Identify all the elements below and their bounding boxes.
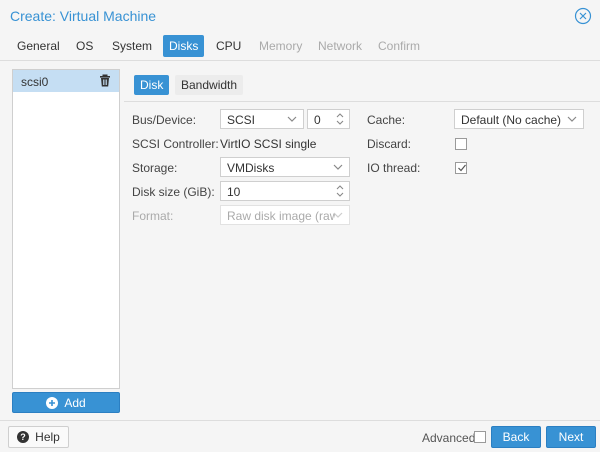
- tab-cpu[interactable]: CPU: [210, 35, 247, 57]
- scsi-controller-label: SCSI Controller:: [132, 137, 219, 151]
- spinner-arrows-icon[interactable]: [335, 112, 345, 126]
- disk-size-label: Disk size (GiB):: [132, 185, 215, 199]
- help-button[interactable]: ? Help: [8, 426, 69, 448]
- close-circle-icon[interactable]: [574, 7, 592, 25]
- checkmark-icon: [458, 164, 466, 172]
- disk-size-stepper[interactable]: 10: [220, 181, 350, 201]
- storage-select[interactable]: VMDisks: [220, 157, 350, 177]
- cache-label: Cache:: [367, 113, 406, 127]
- format-label: Format:: [132, 209, 174, 223]
- tab-os[interactable]: OS: [70, 35, 99, 57]
- subtab-bandwidth[interactable]: Bandwidth: [175, 75, 244, 95]
- bus-select[interactable]: SCSI: [220, 109, 304, 129]
- subtab-disk[interactable]: Disk: [134, 75, 170, 95]
- discard-checkbox[interactable]: [455, 138, 467, 150]
- bus-device-label: Bus/Device:: [132, 113, 197, 127]
- format-select-value: Raw disk image (raw: [227, 209, 335, 223]
- tab-system[interactable]: System: [106, 35, 158, 57]
- scsi-controller-value: VirtIO SCSI single: [220, 137, 317, 151]
- add-disk-button-content: Add: [13, 393, 119, 412]
- format-select: Raw disk image (raw: [220, 205, 350, 225]
- dialog-titlebar: Create: Virtual Machine: [0, 0, 600, 32]
- chevron-down-icon: [333, 212, 343, 218]
- device-stepper-value: 0: [314, 113, 321, 127]
- wizard-tabbar: General OS System Disks CPU Memory Netwo…: [0, 33, 600, 59]
- add-disk-button[interactable]: Add: [12, 392, 120, 413]
- cache-select-value: Default (No cache): [461, 113, 562, 127]
- tab-memory: Memory: [259, 39, 303, 53]
- disks-panel: scsi0 Add Disk Bandwidth Bus/Device: SCS…: [0, 60, 600, 420]
- chevron-down-icon: [567, 116, 577, 122]
- question-circle-icon: ?: [17, 431, 30, 443]
- add-disk-label: Add: [64, 395, 86, 410]
- device-stepper[interactable]: 0: [307, 109, 350, 129]
- subtab-divider: [124, 101, 600, 102]
- storage-select-value: VMDisks: [227, 161, 275, 175]
- io-thread-label: IO thread:: [367, 161, 421, 175]
- tab-disks[interactable]: Disks: [163, 35, 205, 57]
- cache-select[interactable]: Default (No cache): [454, 109, 584, 129]
- dialog-title: Create: Virtual Machine: [10, 8, 157, 24]
- svg-text:?: ?: [20, 432, 26, 442]
- back-button[interactable]: Back: [491, 426, 541, 448]
- advanced-label: Advanced: [422, 431, 476, 445]
- trash-icon[interactable]: [99, 74, 111, 87]
- next-button[interactable]: Next: [546, 426, 596, 448]
- io-thread-checkbox[interactable]: [455, 162, 467, 174]
- disk-size-value: 10: [227, 185, 241, 199]
- disk-list: scsi0: [12, 69, 120, 389]
- disk-settings: Disk Bandwidth Bus/Device: SCSI 0 SCSI C…: [124, 69, 600, 415]
- chevron-down-icon: [287, 116, 297, 122]
- help-label: Help: [35, 430, 60, 444]
- dialog-footer: ? Help Advanced Back Next: [0, 420, 600, 452]
- tab-network: Network: [318, 39, 363, 53]
- tab-confirm: Confirm: [378, 39, 421, 53]
- help-button-content: ? Help: [9, 427, 68, 447]
- bus-select-value: SCSI: [227, 113, 256, 127]
- chevron-down-icon: [333, 164, 343, 170]
- plus-circle-icon: [46, 396, 59, 409]
- spinner-arrows-icon[interactable]: [335, 184, 345, 198]
- tab-general[interactable]: General: [11, 35, 66, 57]
- storage-label: Storage:: [132, 161, 178, 175]
- advanced-checkbox[interactable]: [474, 431, 486, 443]
- disk-item-label: scsi0: [21, 75, 49, 89]
- disk-list-item[interactable]: scsi0: [13, 70, 119, 92]
- discard-label: Discard:: [367, 137, 412, 151]
